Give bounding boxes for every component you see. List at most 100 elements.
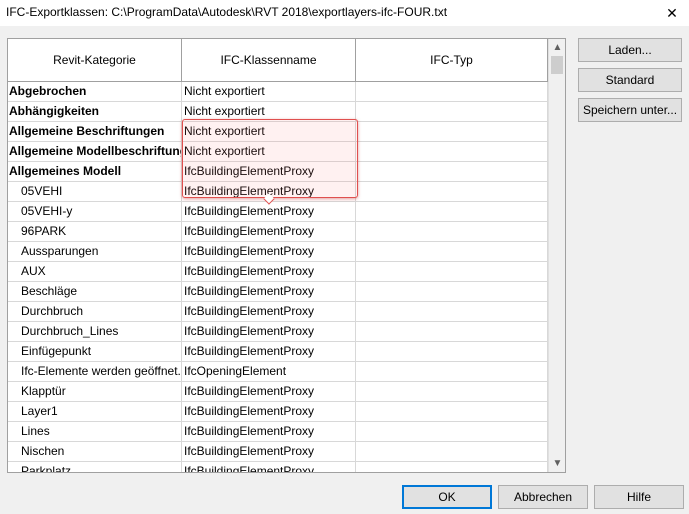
category-cell: Abhängigkeiten xyxy=(8,102,182,122)
ifc-class-cell[interactable]: Nicht exportiert xyxy=(182,122,356,142)
table-row[interactable]: Abhängigkeiten Nicht exportiert xyxy=(8,102,548,122)
ifc-type-cell[interactable] xyxy=(356,82,548,102)
ifc-type-cell[interactable] xyxy=(356,282,548,302)
category-cell: AUX xyxy=(8,262,182,282)
ifc-type-cell[interactable] xyxy=(356,142,548,162)
column-header-ifc-type[interactable]: IFC-Typ xyxy=(356,39,548,81)
ifc-class-cell[interactable]: IfcBuildingElementProxy xyxy=(182,302,356,322)
ifc-class-cell[interactable]: IfcBuildingElementProxy xyxy=(182,282,356,302)
table-row[interactable]: AUX IfcBuildingElementProxy xyxy=(8,262,548,282)
table-row[interactable]: Allgemeine Beschriftungen Nicht exportie… xyxy=(8,122,548,142)
table-row[interactable]: Nischen IfcBuildingElementProxy xyxy=(8,442,548,462)
column-header-revit-category[interactable]: Revit-Kategorie xyxy=(8,39,182,81)
table-row[interactable]: Allgemeine Modellbeschriftungen Nicht ex… xyxy=(8,142,548,162)
ifc-class-cell[interactable]: IfcBuildingElementProxy xyxy=(182,462,356,472)
table-row[interactable]: Abgebrochen Nicht exportiert xyxy=(8,82,548,102)
category-cell: Klapptür xyxy=(8,382,182,402)
ifc-class-table: Revit-Kategorie IFC-Klassenname IFC-Typ … xyxy=(7,38,566,473)
ifc-class-cell[interactable]: IfcBuildingElementProxy xyxy=(182,382,356,402)
category-cell: Ifc-Elemente werden geöffnet. xyxy=(8,362,182,382)
category-cell: Beschläge xyxy=(8,282,182,302)
category-cell: Durchbruch xyxy=(8,302,182,322)
category-cell: Layer1 xyxy=(8,402,182,422)
ifc-type-cell[interactable] xyxy=(356,362,548,382)
category-cell: Parkplatz xyxy=(8,462,182,472)
ifc-class-cell[interactable]: IfcBuildingElementProxy xyxy=(182,242,356,262)
vertical-scrollbar[interactable]: ▲ ▼ xyxy=(548,39,565,472)
table-row[interactable]: Durchbruch_Lines IfcBuildingElementProxy xyxy=(8,322,548,342)
ifc-class-cell[interactable]: IfcOpeningElement xyxy=(182,362,356,382)
category-cell: Abgebrochen xyxy=(8,82,182,102)
ifc-class-cell[interactable]: IfcBuildingElementProxy xyxy=(182,342,356,362)
title-bar: IFC-Exportklassen: C:\ProgramData\Autode… xyxy=(0,0,689,26)
category-cell: 96PARK xyxy=(8,222,182,242)
ifc-type-cell[interactable] xyxy=(356,442,548,462)
ifc-type-cell[interactable] xyxy=(356,182,548,202)
table-row[interactable]: Layer1 IfcBuildingElementProxy xyxy=(8,402,548,422)
close-button[interactable]: ✕ xyxy=(655,0,689,26)
table-row[interactable]: Beschläge IfcBuildingElementProxy xyxy=(8,282,548,302)
ifc-type-cell[interactable] xyxy=(356,162,548,182)
ifc-type-cell[interactable] xyxy=(356,322,548,342)
category-cell: 05VEHI xyxy=(8,182,182,202)
category-cell: 05VEHI-y xyxy=(8,202,182,222)
ifc-class-cell[interactable]: IfcBuildingElementProxy xyxy=(182,222,356,242)
table-row[interactable]: Einfügepunkt IfcBuildingElementProxy xyxy=(8,342,548,362)
ifc-class-cell[interactable]: Nicht exportiert xyxy=(182,82,356,102)
ifc-class-cell[interactable]: IfcBuildingElementProxy xyxy=(182,162,356,182)
category-cell: Einfügepunkt xyxy=(8,342,182,362)
ifc-class-cell[interactable]: IfcBuildingElementProxy xyxy=(182,402,356,422)
ifc-type-cell[interactable] xyxy=(356,122,548,142)
table-row[interactable]: Allgemeines Modell IfcBuildingElementPro… xyxy=(8,162,548,182)
ifc-type-cell[interactable] xyxy=(356,402,548,422)
table-row[interactable]: Klapptür IfcBuildingElementProxy xyxy=(8,382,548,402)
ok-button[interactable]: OK xyxy=(402,485,492,509)
ifc-class-cell[interactable]: IfcBuildingElementProxy xyxy=(182,202,356,222)
ifc-class-cell[interactable]: IfcBuildingElementProxy xyxy=(182,442,356,462)
category-cell: Allgemeine Beschriftungen xyxy=(8,122,182,142)
table-header: Revit-Kategorie IFC-Klassenname IFC-Typ xyxy=(8,39,548,82)
table-row[interactable]: 05VEHI-y IfcBuildingElementProxy xyxy=(8,202,548,222)
scroll-down-icon[interactable]: ▼ xyxy=(549,455,565,472)
category-cell: Nischen xyxy=(8,442,182,462)
table-row[interactable]: Durchbruch IfcBuildingElementProxy xyxy=(8,302,548,322)
window-title: IFC-Exportklassen: C:\ProgramData\Autode… xyxy=(6,5,448,19)
category-cell: Allgemeine Modellbeschriftungen xyxy=(8,142,182,162)
close-icon: ✕ xyxy=(666,4,678,21)
table-row[interactable]: Parkplatz IfcBuildingElementProxy xyxy=(8,462,548,472)
ifc-type-cell[interactable] xyxy=(356,342,548,362)
ifc-class-cell[interactable]: IfcBuildingElementProxy xyxy=(182,322,356,342)
category-cell: Aussparungen xyxy=(8,242,182,262)
ifc-type-cell[interactable] xyxy=(356,462,548,472)
cancel-button[interactable]: Abbrechen xyxy=(498,485,588,509)
load-button[interactable]: Laden... xyxy=(578,38,682,62)
ifc-type-cell[interactable] xyxy=(356,302,548,322)
standard-button[interactable]: Standard xyxy=(578,68,682,92)
table-row[interactable]: Aussparungen IfcBuildingElementProxy xyxy=(8,242,548,262)
ifc-type-cell[interactable] xyxy=(356,382,548,402)
ifc-class-cell[interactable]: IfcBuildingElementProxy xyxy=(182,422,356,442)
ifc-class-cell[interactable]: IfcBuildingElementProxy xyxy=(182,182,356,202)
ifc-type-cell[interactable] xyxy=(356,222,548,242)
scroll-up-icon[interactable]: ▲ xyxy=(549,39,565,56)
help-button[interactable]: Hilfe xyxy=(594,485,684,509)
ifc-type-cell[interactable] xyxy=(356,202,548,222)
category-cell: Durchbruch_Lines xyxy=(8,322,182,342)
ifc-class-cell[interactable]: Nicht exportiert xyxy=(182,102,356,122)
ifc-type-cell[interactable] xyxy=(356,242,548,262)
ifc-type-cell[interactable] xyxy=(356,422,548,442)
column-header-ifc-class-name[interactable]: IFC-Klassenname xyxy=(182,39,356,81)
scroll-thumb[interactable] xyxy=(551,56,563,74)
ifc-type-cell[interactable] xyxy=(356,262,548,282)
table-row[interactable]: Lines IfcBuildingElementProxy xyxy=(8,422,548,442)
ifc-type-cell[interactable] xyxy=(356,102,548,122)
table-body: Abgebrochen Nicht exportiert Abhängigkei… xyxy=(8,82,548,472)
save-as-button[interactable]: Speichern unter... xyxy=(578,98,682,122)
ifc-class-cell[interactable]: IfcBuildingElementProxy xyxy=(182,262,356,282)
table-row[interactable]: 05VEHI IfcBuildingElementProxy xyxy=(8,182,548,202)
table-row[interactable]: 96PARK IfcBuildingElementProxy xyxy=(8,222,548,242)
category-cell: Lines xyxy=(8,422,182,442)
ifc-class-cell[interactable]: Nicht exportiert xyxy=(182,142,356,162)
category-cell: Allgemeines Modell xyxy=(8,162,182,182)
table-row[interactable]: Ifc-Elemente werden geöffnet. IfcOpening… xyxy=(8,362,548,382)
